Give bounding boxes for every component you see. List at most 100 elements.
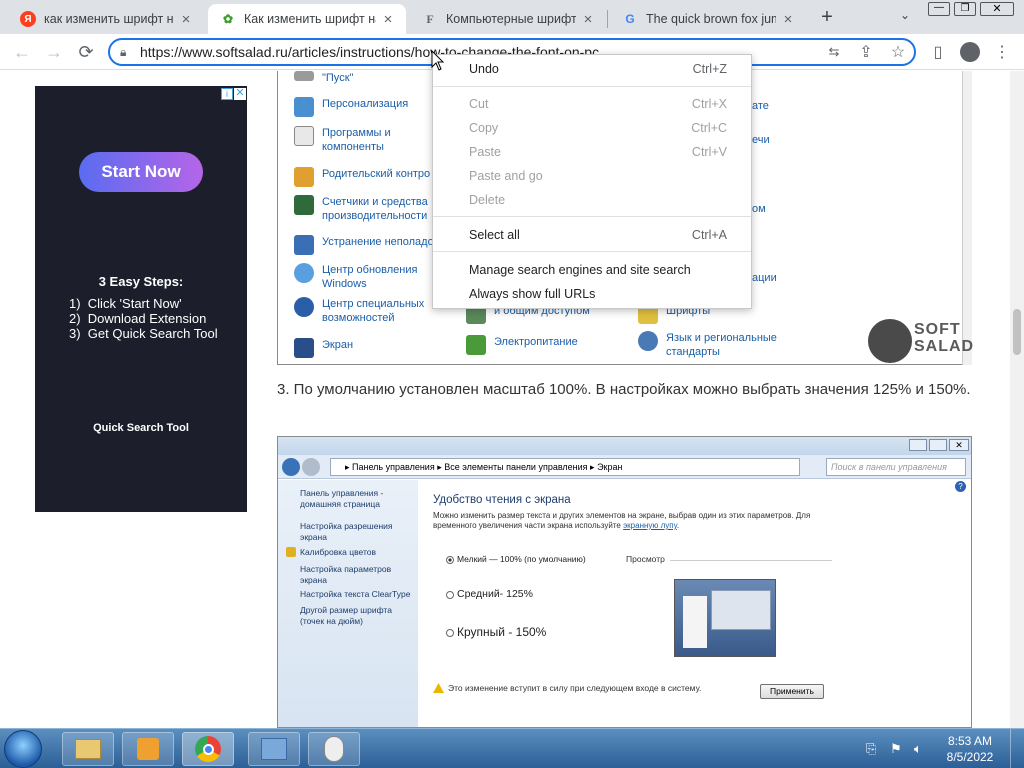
back-button[interactable]: ← [10,40,34,64]
cp-item: ом [752,203,766,215]
tab-label: The quick brown fox jump [646,12,776,26]
minimize-button[interactable]: — [928,2,950,16]
tab-softsalad[interactable]: ✿ Как изменить шрифт на × [208,4,406,34]
windows-taskbar: ⎘ ⚑ 🔈︎ 8:53 AM 8/5/2022 [0,728,1024,768]
menu-item-cut[interactable]: Cut Ctrl+X [433,92,751,116]
menu-shortcut: Ctrl+C [691,121,727,135]
menu-item-select-all[interactable]: Select all Ctrl+A [433,223,751,247]
menu-label: Manage search engines and site search [469,263,691,277]
menu-item-undo[interactable]: Undo Ctrl+Z [433,57,751,81]
cp-item: ате [752,100,769,112]
sidebar-link: Настройка текста ClearType [300,589,411,599]
restore-button[interactable]: ❐ [954,2,976,16]
scrollbar-thumb[interactable] [1013,309,1021,355]
sidebar-link: Панель управления - домашняя страница [300,488,384,509]
preview-label: Просмотр [626,554,665,564]
taskbar-explorer[interactable] [62,732,114,766]
cp-item: Счетчики и средства производительности [322,196,428,222]
display-panel-title: Удобство чтения с экрана [433,494,571,506]
menu-item-copy[interactable]: Copy Ctrl+C [433,116,751,140]
menu-item-delete[interactable]: Delete [433,188,751,212]
menu-item-paste[interactable]: Paste Ctrl+V [433,140,751,164]
apply-button: Применить [760,684,824,699]
chrome-icon [195,736,221,762]
menu-shortcut: Ctrl+A [691,228,727,242]
back-arrow-icon [282,458,300,476]
personalization-icon [294,97,314,117]
taskbar-mouse-settings[interactable] [308,732,360,766]
cp-item: Центр обновления Windows [322,264,418,290]
option-small: Мелкий — 100% (по умолчанию) [457,554,586,564]
menu-item-always-show-full-urls[interactable]: Always show full URLs [433,282,751,306]
cp-item: Язык и региональные стандарты [666,332,777,358]
new-tab-button[interactable]: + [816,6,838,28]
maximize-icon [929,439,947,451]
volume-icon[interactable]: 🔈︎ [914,741,922,757]
show-desktop-button[interactable] [1010,729,1024,768]
tab-yandex[interactable]: Я как изменить шрифт на × [8,4,204,34]
cp-item: Родительский контро [322,168,431,180]
preview-image [674,579,776,657]
ad-banner[interactable]: i ✕ Start Now 3 Easy Steps: 1) Click 'St… [35,86,247,512]
power-icon [466,335,486,355]
tab-separator [607,10,608,28]
page-scrollbar[interactable] [1010,71,1024,728]
cp-item: Персонализация [322,98,409,110]
ad-step: 2) Download Extension [69,311,207,326]
troubleshoot-icon [294,235,314,255]
clock[interactable]: 8:53 AM 8/5/2022 [940,733,1000,765]
start-menu-icon [294,71,314,81]
cp-item: Программы и компоненты [322,127,391,153]
performance-icon [294,195,314,215]
preview-window-left [683,596,707,648]
close-icon[interactable]: × [178,11,194,28]
forward-button[interactable]: → [42,40,66,64]
profile-avatar[interactable] [958,40,982,64]
bookmark-star-icon[interactable]: ☆ [886,40,910,64]
cp-item: Экран [322,339,354,351]
menu-label: Always show full URLs [469,287,596,301]
network-tray-icon[interactable]: ⎘ [866,741,876,757]
google-icon: G [625,12,635,26]
cp-item: ечи [752,134,770,146]
desc-text: Можно изменить размер текста и других эл… [433,511,811,530]
clock-date: 8/5/2022 [946,750,994,764]
explorer-sidebar: Панель управления - домашняя страница На… [278,480,418,727]
cp-item: Центр специальных возможностей [322,298,425,324]
tab-google[interactable]: G The quick brown fox jump × [610,4,806,34]
menu-icon[interactable]: ⋮ [990,40,1014,64]
taskbar-chrome[interactable] [182,732,234,766]
menu-item-paste-and-go[interactable]: Paste and go [433,164,751,188]
radio-large [446,629,454,637]
cp-item: "Пуск" [322,72,354,84]
shield-icon [286,547,296,557]
display-icon [294,338,314,358]
yandex-icon: Я [20,11,36,27]
control-panel-icon [261,738,287,760]
lock-icon: 🔒︎ [120,45,127,59]
close-window-button[interactable]: ✕ [980,2,1014,16]
ad-step: 3) Get Quick Search Tool [69,326,218,341]
tab-strip: Я как изменить шрифт на × ✿ Как изменить… [0,0,1024,34]
tab-fonts[interactable]: F Компьютерные шрифты × [410,4,606,34]
side-panel-icon[interactable]: ▯ [926,40,950,64]
start-button[interactable] [4,730,42,768]
taskbar-media-player[interactable] [122,732,174,766]
tab-search-chevron-icon[interactable]: ⌄ [896,8,914,26]
sidebar-link: Настройка параметров экрана [300,564,392,585]
close-icon[interactable]: × [380,11,396,28]
ad-start-now-button[interactable]: Start Now [79,152,203,192]
close-icon[interactable]: × [780,11,796,28]
context-menu[interactable]: Undo Ctrl+Z Cut Ctrl+X Copy Ctrl+C Paste Ctr… [432,54,752,309]
taskbar-control-panel[interactable] [248,732,300,766]
share-icon[interactable]: ⇪ [854,40,878,64]
close-icon[interactable]: × [580,11,596,28]
menu-item-manage-search-engines[interactable]: Manage search engines and site search [433,258,751,282]
reload-button[interactable]: ⟳ [74,40,98,64]
translate-icon[interactable]: ⇆ [822,40,846,64]
action-center-icon[interactable]: ⚑ [890,741,902,757]
menu-label: Paste and go [469,169,543,183]
watermark-bottom: SALAD [914,338,975,355]
ad-close-icon[interactable]: ✕ [234,88,246,100]
ad-info-icon[interactable]: i [221,88,233,100]
